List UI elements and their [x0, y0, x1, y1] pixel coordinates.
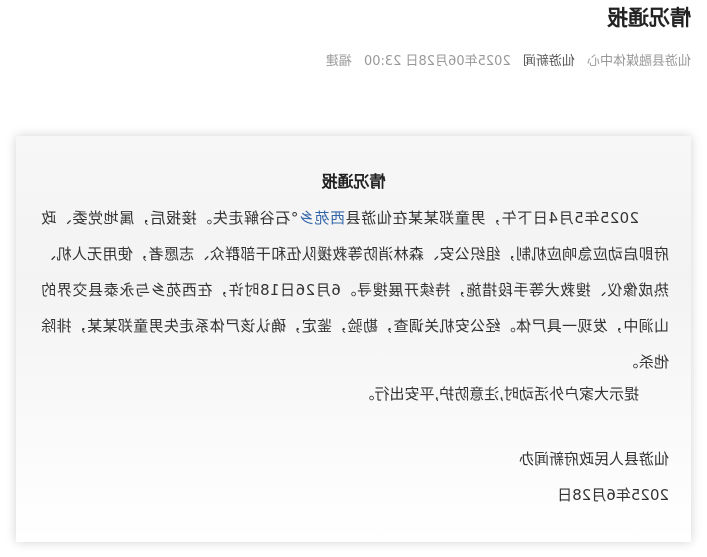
notice-signer: 仙游县人民政府新闻办: [518, 450, 669, 468]
notice-body-link[interactable]: 西苑乡: [298, 209, 345, 227]
page-title: 情况通报: [607, 6, 691, 30]
meta-region: 福建: [325, 54, 352, 69]
article-meta: 仙游县融媒体中心 仙游新闻 2025年06月28日 23:00 福建: [318, 50, 691, 69]
notice-card: 情况通报 2025年5月4日下午，男童郑某某在仙游县西苑乡°石谷解走失。接报后，…: [16, 136, 691, 542]
meta-datetime: 2025年06月28日 23:00: [363, 54, 511, 69]
notice-date: 2025年6月28日: [557, 486, 669, 504]
meta-media-center[interactable]: 仙游县融媒体中心: [587, 54, 691, 69]
notice-tip: 提示大家户外活动时,注意防护,平安出行。: [359, 385, 639, 403]
page-mirror-wrapper: 情况通报 仙游县融媒体中心 仙游新闻 2025年06月28日 23:00 福建 …: [0, 0, 707, 557]
notice-body: 2025年5月4日下午，男童郑某某在仙游县西苑乡°石谷解走失。接报后，属地党委、…: [41, 200, 669, 380]
meta-source[interactable]: 仙游新闻: [523, 54, 575, 69]
notice-body-part2: °石谷解走失。接报后，属地党委、政府即启动应急响应机制，组织公安、森林消防等救援…: [40, 209, 669, 371]
notice-title: 情况通报: [321, 172, 386, 191]
notice-body-part1: 2025年5月4日下午，男童郑某某在仙游县: [345, 209, 639, 227]
